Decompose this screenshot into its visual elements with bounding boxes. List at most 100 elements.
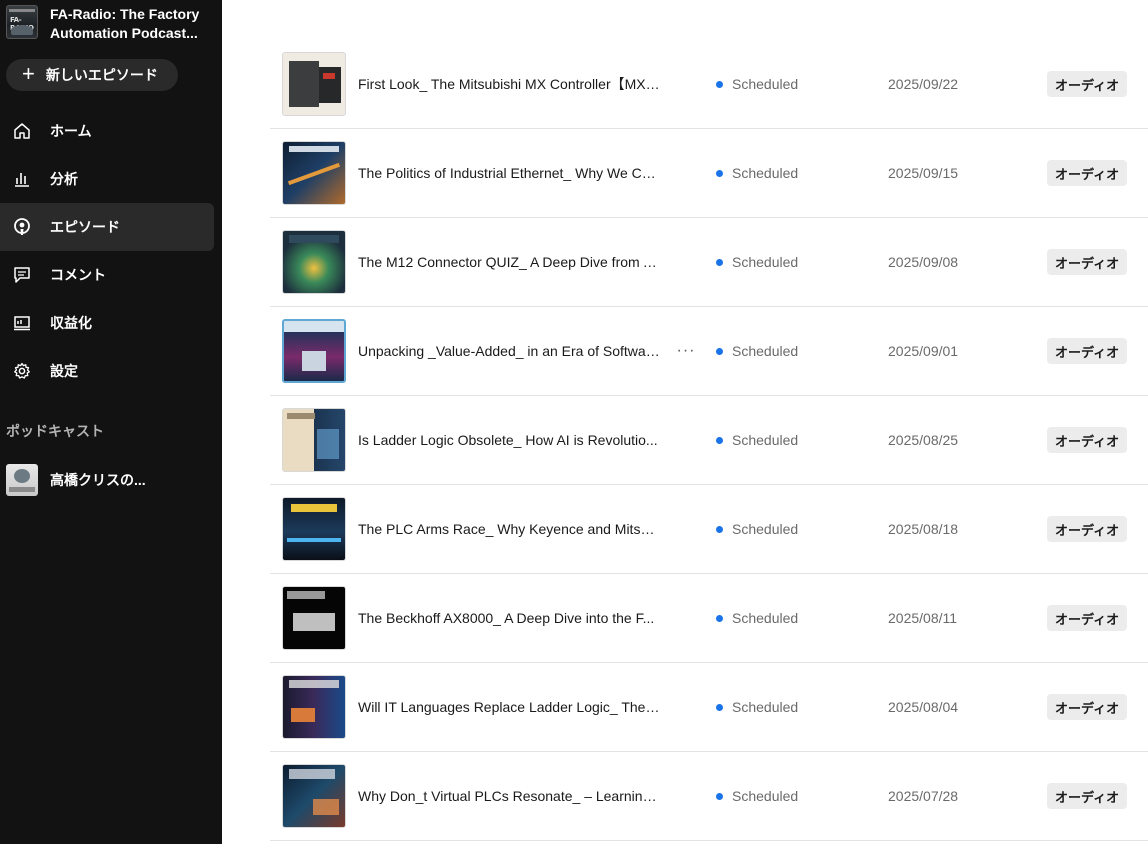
podcast-item-label: 高橋クリスの... xyxy=(50,472,146,488)
episode-thumbnail xyxy=(282,52,346,116)
status-label: Scheduled xyxy=(732,699,799,715)
sidebar-item-settings[interactable]: 設定 xyxy=(0,347,214,395)
sidebar-item-label: ホーム xyxy=(50,123,92,139)
new-episode-button[interactable]: + 新しいエピソード xyxy=(6,59,178,91)
episode-row[interactable]: Unpacking _Value-Added_ in an Era of Sof… xyxy=(270,307,1148,396)
status-label: Scheduled xyxy=(732,76,799,92)
podcasts-section-label: ポッドキャスト xyxy=(6,423,104,439)
episode-status: Scheduled xyxy=(716,788,798,804)
more-options-icon[interactable]: ··· xyxy=(675,342,697,360)
episode-title[interactable]: The PLC Arms Race_ Why Keyence and Mitsu… xyxy=(358,521,661,537)
podcast-cover-image: FA-RADIO xyxy=(6,5,38,39)
episode-type-badge: オーディオ xyxy=(1047,694,1128,720)
sidebar-item-label: エピソード xyxy=(50,219,120,235)
episode-thumbnail xyxy=(282,675,346,739)
sidebar-item-label: 分析 xyxy=(50,171,78,187)
sidebar-item-label: 設定 xyxy=(50,363,78,379)
episode-status: Scheduled xyxy=(716,699,798,715)
episode-type-badge: オーディオ xyxy=(1047,516,1128,542)
podcast-mic-icon xyxy=(12,217,32,237)
podcast-title: FA-Radio: The Factory Automation Podcast… xyxy=(50,6,200,41)
episode-date: 2025/08/11 xyxy=(888,610,958,626)
episode-status: Scheduled xyxy=(716,521,798,537)
episode-date: 2025/08/25 xyxy=(888,432,959,448)
episode-thumbnail xyxy=(282,141,346,205)
episode-date: 2025/09/08 xyxy=(888,254,959,270)
home-icon xyxy=(12,121,32,141)
status-dot-icon xyxy=(716,80,723,88)
episode-thumbnail xyxy=(282,230,346,294)
episode-row[interactable]: The PLC Arms Race_ Why Keyence and Mitsu… xyxy=(270,485,1148,574)
status-label: Scheduled xyxy=(732,432,799,448)
gear-icon xyxy=(12,361,32,381)
sidebar-item-label: 収益化 xyxy=(50,315,92,331)
podcast-avatar xyxy=(6,464,38,496)
sidebar-item-label: コメント xyxy=(50,267,106,283)
episode-row[interactable]: The Politics of Industrial Ethernet_ Why… xyxy=(270,129,1148,218)
episode-title[interactable]: The Politics of Industrial Ethernet_ Why… xyxy=(358,165,661,181)
sidebar-item-episodes[interactable]: エピソード xyxy=(0,203,214,251)
episode-title[interactable]: Will IT Languages Replace Ladder Logic_ … xyxy=(358,699,661,715)
episode-status: Scheduled xyxy=(716,76,798,92)
episode-date: 2025/09/01 xyxy=(888,343,959,359)
status-label: Scheduled xyxy=(732,254,799,270)
sidebar: FA-RADIO FA-Radio: The Factory Automatio… xyxy=(0,0,222,844)
episode-row[interactable]: The Beckhoff AX8000_ A Deep Dive into th… xyxy=(270,574,1148,663)
episode-title[interactable]: Unpacking _Value-Added_ in an Era of Sof… xyxy=(358,343,661,359)
episode-thumbnail xyxy=(282,586,346,650)
episode-row[interactable]: Is Ladder Logic Obsolete_ How AI is Revo… xyxy=(270,396,1148,485)
status-label: Scheduled xyxy=(732,788,799,804)
sidebar-nav: ホーム 分析 エピソード コメント 収益化 設定 xyxy=(0,107,222,395)
episode-type-badge: オーディオ xyxy=(1047,71,1128,97)
episode-date: 2025/08/18 xyxy=(888,521,959,537)
plus-icon: + xyxy=(22,61,35,86)
sidebar-item-analytics[interactable]: 分析 xyxy=(0,155,214,203)
sidebar-item-monetization[interactable]: 収益化 xyxy=(0,299,214,347)
status-label: Scheduled xyxy=(732,521,799,537)
episode-title[interactable]: The M12 Connector QUIZ_ A Deep Dive from… xyxy=(358,254,661,270)
episode-title[interactable]: Is Ladder Logic Obsolete_ How AI is Revo… xyxy=(358,432,661,448)
episode-title[interactable]: Why Don_t Virtual PLCs Resonate_ – Learn… xyxy=(358,788,661,804)
episode-row[interactable]: The M12 Connector QUIZ_ A Deep Dive from… xyxy=(270,218,1148,307)
episode-type-badge: オーディオ xyxy=(1047,160,1128,186)
episode-status: Scheduled xyxy=(716,432,798,448)
episode-date: 2025/07/28 xyxy=(888,788,959,804)
episode-type-badge: オーディオ xyxy=(1047,427,1128,453)
status-dot-icon xyxy=(716,258,723,266)
episode-list: First Look_ The Mitsubishi MX Controller… xyxy=(222,0,1148,844)
status-label: Scheduled xyxy=(732,610,799,626)
episode-type-badge: オーディオ xyxy=(1047,338,1128,364)
status-dot-icon xyxy=(716,703,723,711)
episode-status: Scheduled xyxy=(716,254,798,270)
bar-chart-icon xyxy=(12,169,32,189)
status-dot-icon xyxy=(716,792,723,800)
status-dot-icon xyxy=(716,169,723,177)
episode-status: Scheduled xyxy=(716,343,798,359)
status-label: Scheduled xyxy=(732,165,799,181)
status-dot-icon xyxy=(716,436,723,444)
episode-thumbnail xyxy=(282,764,346,828)
episode-type-badge: オーディオ xyxy=(1047,249,1128,275)
podcast-switch-item[interactable]: 高橋クリスの... xyxy=(6,464,216,496)
episode-status: Scheduled xyxy=(716,610,798,626)
episode-thumbnail xyxy=(282,319,346,383)
monetize-icon xyxy=(12,313,32,333)
episode-thumbnail xyxy=(282,408,346,472)
episode-row[interactable]: Why Don_t Virtual PLCs Resonate_ – Learn… xyxy=(270,752,1148,841)
episode-status: Scheduled xyxy=(716,165,798,181)
episode-date: 2025/09/15 xyxy=(888,165,959,181)
episode-date: 2025/09/22 xyxy=(888,76,959,92)
podcast-header[interactable]: FA-RADIO FA-Radio: The Factory Automatio… xyxy=(6,5,218,45)
status-dot-icon xyxy=(716,614,723,622)
new-episode-label: 新しいエピソード xyxy=(45,67,158,83)
episode-title[interactable]: The Beckhoff AX8000_ A Deep Dive into th… xyxy=(358,610,661,626)
episode-date: 2025/08/04 xyxy=(888,699,959,715)
sidebar-item-home[interactable]: ホーム xyxy=(0,107,214,155)
sidebar-item-comments[interactable]: コメント xyxy=(0,251,214,299)
episode-row[interactable]: First Look_ The Mitsubishi MX Controller… xyxy=(270,40,1148,129)
episode-type-badge: オーディオ xyxy=(1047,783,1128,809)
status-dot-icon xyxy=(716,347,723,355)
episode-thumbnail xyxy=(282,497,346,561)
episode-row[interactable]: Will IT Languages Replace Ladder Logic_ … xyxy=(270,663,1148,752)
episode-title[interactable]: First Look_ The Mitsubishi MX Controller… xyxy=(358,74,661,94)
